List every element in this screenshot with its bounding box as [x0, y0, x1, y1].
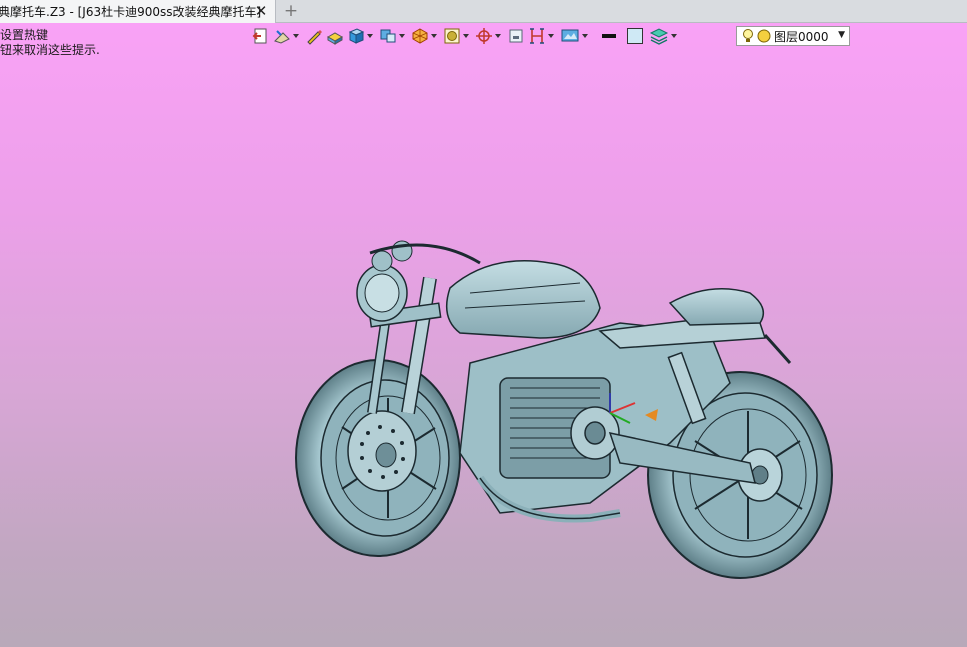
chevron-down-icon[interactable]: ▼ [838, 30, 845, 40]
chevron-down-icon [582, 34, 588, 38]
section-icon[interactable] [528, 25, 557, 47]
fill-color-icon[interactable] [626, 25, 644, 47]
chevron-down-icon [671, 34, 677, 38]
hint-line-2: 钮来取消这些提示. [0, 43, 100, 57]
layer-dot-icon [757, 29, 771, 43]
chevron-down-icon [399, 34, 405, 38]
close-icon[interactable]: ✕ [254, 3, 268, 19]
chevron-down-icon [463, 34, 469, 38]
exit-icon[interactable] [252, 25, 270, 47]
frame-icon[interactable] [507, 25, 525, 47]
bulb-icon[interactable] [741, 28, 755, 44]
layer-selector[interactable]: 图层0000 ▼ [736, 26, 850, 46]
tab-document[interactable]: 典摩托车.Z3 - [J63杜卡迪900ss改装经典摩托车] ✕ [0, 0, 276, 23]
layers-icon[interactable] [649, 25, 680, 47]
view-cube-icon[interactable] [379, 25, 408, 47]
zoom-fit-icon[interactable] [443, 25, 472, 47]
render-icon[interactable] [411, 25, 440, 47]
sketch-icon[interactable] [273, 25, 302, 47]
tab-label: 典摩托车.Z3 - [J63杜卡迪900ss改装经典摩托车] [0, 5, 262, 19]
shaded-icon[interactable] [326, 25, 344, 47]
motorcycle-model[interactable] [290, 213, 850, 603]
view-toolbar [252, 24, 683, 48]
plus-icon[interactable]: + [282, 2, 300, 20]
app-window: 典摩托车.Z3 - [J63杜卡迪900ss改装经典摩托车] ✕ + 设置热键 … [0, 0, 967, 647]
hint-line-1: 设置热键 [0, 28, 49, 42]
chevron-down-icon [431, 34, 437, 38]
viewport-3d[interactable]: 设置热键 钮来取消这些提示. [0, 23, 967, 647]
tab-bar: 典摩托车.Z3 - [J63杜卡迪900ss改装经典摩托车] ✕ + [0, 0, 967, 23]
layer-name: 图层0000 [774, 29, 829, 44]
line-color-icon[interactable] [600, 25, 618, 47]
chevron-down-icon [495, 34, 501, 38]
chevron-down-icon [548, 34, 554, 38]
hint-text: 设置热键 钮来取消这些提示. [0, 28, 100, 58]
display-icon[interactable] [560, 25, 591, 47]
chevron-down-icon [367, 34, 373, 38]
origin-icon[interactable] [475, 25, 504, 47]
fuel-tank [445, 260, 601, 339]
cube-icon[interactable] [347, 25, 376, 47]
pen-icon[interactable] [305, 25, 323, 47]
chevron-down-icon [293, 34, 299, 38]
